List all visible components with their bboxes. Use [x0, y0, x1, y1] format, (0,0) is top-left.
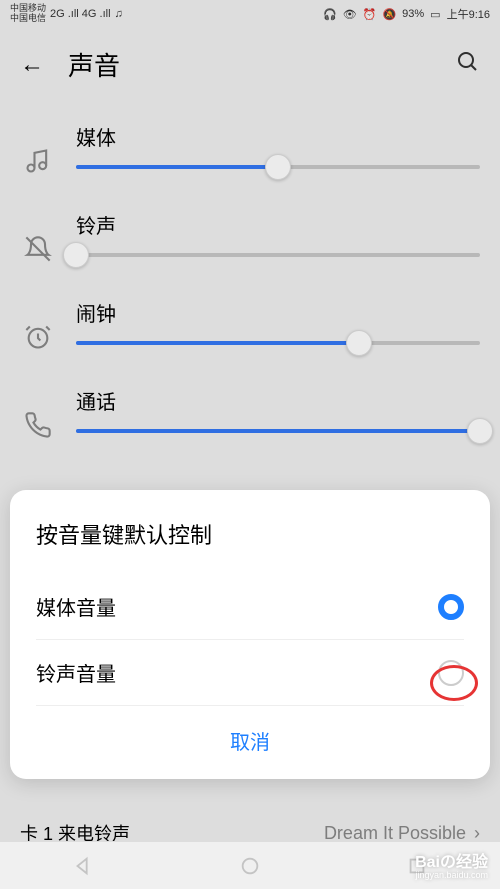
dialog-title: 按音量键默认控制 [36, 518, 464, 550]
watermark: Baiの经验 jingyan.baidu.com [415, 854, 488, 881]
radio-unselected[interactable] [438, 660, 464, 686]
option-ringtone-volume[interactable]: 铃声音量 [36, 640, 464, 706]
cancel-button[interactable]: 取消 [36, 706, 464, 759]
option-label: 媒体音量 [36, 592, 116, 621]
option-label: 铃声音量 [36, 658, 116, 687]
nav-home-button[interactable] [239, 855, 261, 877]
option-media-volume[interactable]: 媒体音量 [36, 574, 464, 640]
nav-back-button[interactable] [72, 855, 94, 877]
volume-key-dialog: 按音量键默认控制 媒体音量 铃声音量 取消 [10, 490, 490, 779]
radio-selected[interactable] [438, 594, 464, 620]
